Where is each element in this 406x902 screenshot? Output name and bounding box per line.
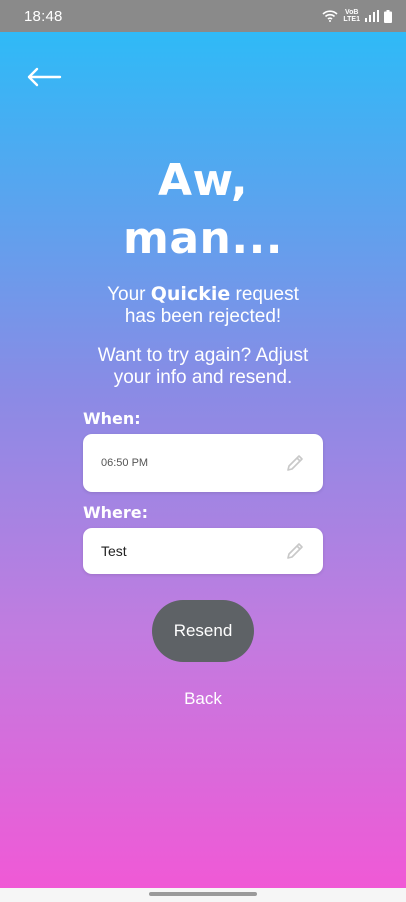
when-value: 06:50 PM	[101, 457, 149, 469]
rejected-message: Your Quickie request has been rejected!	[0, 283, 406, 328]
signal-icon	[365, 10, 379, 22]
status-bar: 18:48 VoB LTE1	[0, 0, 406, 32]
wifi-icon	[322, 10, 338, 22]
resend-button[interactable]: Resend	[152, 600, 254, 662]
retry-line-2: your info and resend.	[113, 367, 293, 388]
navigation-bar	[0, 888, 406, 902]
pencil-icon[interactable]	[285, 453, 305, 473]
rejected-line-2: has been rejected!	[124, 306, 282, 327]
when-field[interactable]: 06:50 PM	[83, 434, 323, 492]
status-icons: VoB LTE1	[322, 9, 392, 23]
where-label: Where:	[83, 503, 149, 522]
retry-message: Want to try again? Adjust your info and …	[0, 345, 406, 389]
status-time: 18:48	[24, 7, 63, 25]
title-line-1: Aw,	[157, 155, 249, 206]
back-link[interactable]: Back	[0, 689, 406, 709]
where-value: Test	[101, 543, 127, 559]
when-label: When:	[83, 409, 141, 428]
volte-lte-icon: VoB LTE1	[343, 9, 360, 23]
title-line-2: man...	[122, 213, 283, 264]
home-gesture-handle[interactable]	[149, 892, 257, 896]
rejected-line-1: Your Quickie request	[107, 283, 299, 305]
quickie-emphasis: Quickie	[150, 283, 231, 305]
battery-icon	[384, 9, 392, 23]
page-title: Aw, man...	[0, 152, 406, 268]
arrow-left-icon[interactable]	[26, 66, 62, 88]
rejected-request-screen: Aw, man... Your Quickie request has been…	[0, 32, 406, 888]
pencil-icon[interactable]	[285, 541, 305, 561]
where-field[interactable]: Test	[83, 528, 323, 574]
retry-line-1: Want to try again? Adjust	[97, 345, 309, 366]
